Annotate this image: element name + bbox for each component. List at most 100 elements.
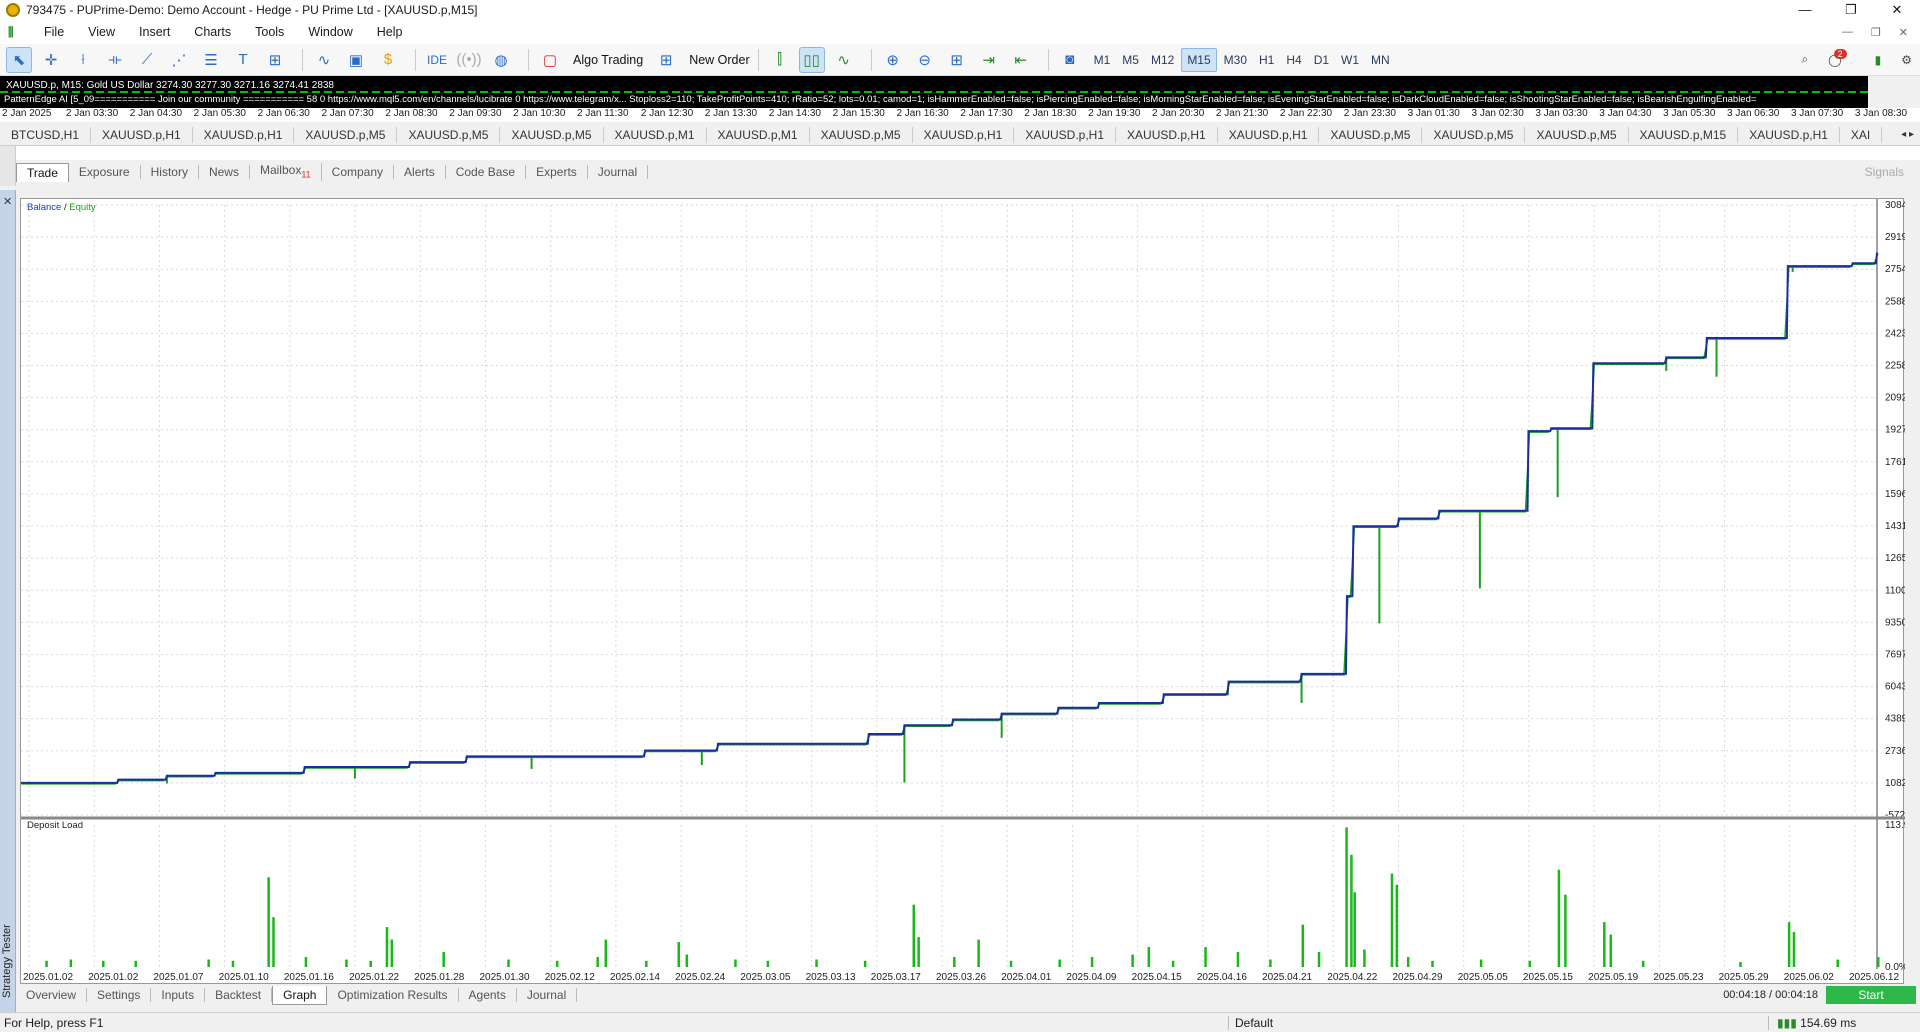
timeframe-d1[interactable]: D1 (1309, 48, 1334, 72)
chart-restore-icon[interactable]: ❐ (1871, 26, 1881, 39)
tab-journal[interactable]: Journal (588, 165, 649, 179)
settings-icon[interactable]: ⚙ (1901, 53, 1912, 67)
new-order-icon[interactable]: ⊞ (653, 47, 679, 73)
chart-tab[interactable]: XAUUSD.p,M5 (1319, 126, 1423, 143)
chart-tab[interactable]: XAUUSD.p,M5 (397, 126, 501, 143)
timeframe-m12[interactable]: M12 (1146, 48, 1179, 72)
tab-agents[interactable]: Agents (459, 988, 517, 1002)
tab-trade[interactable]: Trade (16, 162, 69, 182)
menu-view[interactable]: View (76, 25, 127, 39)
menu-insert[interactable]: Insert (127, 25, 182, 39)
market-icon[interactable]: $ (375, 47, 401, 73)
algo-trading-button[interactable]: Algo Trading (573, 53, 643, 67)
tester-graph[interactable]: 30848 29195 27541 25887 24233 22580 20926 19272… (20, 198, 1905, 984)
chart-tab[interactable]: BTCUSD,H1 (0, 126, 92, 143)
chart-close-icon[interactable]: ✕ (1899, 26, 1908, 39)
screenshot-icon[interactable]: ◙ (1057, 47, 1083, 73)
chart-tab[interactable]: XAUUSD.p,H1 (91, 126, 193, 143)
toolbox-side[interactable] (0, 146, 16, 186)
candlestick-icon[interactable]: ▯▯ (798, 46, 825, 73)
line-chart-icon[interactable]: ∿ (831, 47, 857, 73)
tab-backtest[interactable]: Backtest (205, 988, 273, 1002)
signals-link[interactable]: Signals (1865, 165, 1920, 179)
menu-file[interactable]: File (32, 25, 76, 39)
tab-graph[interactable]: Graph (272, 985, 328, 1005)
tab-optimization-results[interactable]: Optimization Results (327, 988, 459, 1002)
timeframe-m1[interactable]: M1 (1089, 48, 1116, 72)
chart-tab[interactable]: XAUUSD.p,M5 (810, 126, 913, 143)
chart-minimize-icon[interactable]: — (1842, 26, 1853, 39)
maximize-icon[interactable]: ❐ (1828, 2, 1874, 18)
chart-tab[interactable]: XAUUSD.p,H1 (1738, 126, 1840, 143)
menu-charts[interactable]: Charts (182, 25, 243, 39)
chart-tab[interactable]: XAI (1840, 126, 1883, 143)
tab-history[interactable]: History (141, 165, 199, 179)
tab-inputs[interactable]: Inputs (151, 988, 206, 1002)
start-button[interactable]: Start (1826, 986, 1916, 1004)
shapes-icon[interactable]: ⊞ (262, 47, 288, 73)
new-order-button[interactable]: New Order (689, 53, 749, 67)
tab-alerts[interactable]: Alerts (394, 165, 446, 179)
horizontal-line-icon[interactable]: ⟛ (102, 47, 128, 73)
tile-windows-icon[interactable]: ⊞ (944, 47, 970, 73)
chart-tab[interactable]: XAUUSD.p,H1 (913, 126, 1015, 143)
pitchfork-icon[interactable]: ⋰ (166, 47, 192, 73)
algo-trading-icon[interactable]: ▢ (537, 47, 563, 73)
zoom-in-icon[interactable]: ⊕ (880, 47, 906, 73)
tab-code-base[interactable]: Code Base (446, 165, 527, 179)
trendline-icon[interactable]: ⟋ (134, 47, 160, 73)
signal-icon[interactable]: ((•)) (456, 47, 482, 73)
timeframe-h1[interactable]: H1 (1254, 48, 1279, 72)
timeframe-mn[interactable]: MN (1366, 48, 1395, 72)
ide-button[interactable]: IDE (424, 47, 450, 73)
chart-tab[interactable]: XAUUSD.p,H1 (193, 126, 295, 143)
chart-shift-icon[interactable]: ⇥ (976, 47, 1002, 73)
timeframe-h4[interactable]: H4 (1281, 48, 1306, 72)
chart-tab[interactable]: XAUUSD.p,M5 (1525, 126, 1629, 143)
chart-tab[interactable]: XAUUSD.p,M5 (500, 126, 604, 143)
timeframe-m15[interactable]: M15 (1181, 47, 1217, 72)
text-tool-icon[interactable]: T (230, 47, 256, 73)
chart-tab[interactable]: XAUUSD.p,M5 (1422, 126, 1526, 143)
tab-tester-journal[interactable]: Journal (517, 988, 578, 1002)
tab-news[interactable]: News (199, 165, 250, 179)
menu-window[interactable]: Window (296, 25, 364, 39)
globe-icon[interactable]: ◍ (488, 47, 514, 73)
chart-window-icon[interactable]: ⫼ (8, 25, 24, 40)
chart-tab[interactable]: XAUUSD.p,M5 (294, 126, 398, 143)
price-chart[interactable]: XAUUSD.p, M15: Gold US Dollar 3274.30 32… (0, 76, 1868, 108)
tab-company[interactable]: Company (322, 165, 395, 179)
vertical-line-icon[interactable]: ⟊ (70, 47, 96, 73)
tab-overview[interactable]: Overview (16, 988, 88, 1002)
chart-tab[interactable]: XAUUSD.p,H1 (1116, 126, 1218, 143)
tab-experts[interactable]: Experts (526, 165, 588, 179)
tab-mailbox[interactable]: Mailbox11 (250, 162, 322, 182)
bar-chart-icon[interactable]: ⫿ (767, 47, 793, 73)
tab-exposure[interactable]: Exposure (69, 165, 141, 179)
chart-tab[interactable]: XAUUSD.p,M15 (1629, 126, 1739, 143)
crosshair-icon[interactable]: ✛ (38, 47, 64, 73)
indicators-icon[interactable]: ∿ (311, 47, 337, 73)
chart-tab[interactable]: XAUUSD.p,H1 (1014, 126, 1117, 143)
tab-settings[interactable]: Settings (87, 988, 152, 1002)
chart-tab[interactable]: XAUUSD.p,M1 (604, 126, 707, 143)
close-tester-icon[interactable]: ✕ (3, 195, 12, 208)
autoscroll-icon[interactable]: ⇤ (1008, 47, 1034, 73)
zoom-out-icon[interactable]: ⊖ (912, 47, 938, 73)
minimize-icon[interactable]: — (1782, 2, 1828, 18)
templates-icon[interactable]: ▣ (343, 47, 369, 73)
cursor-icon[interactable]: ⬉ (6, 46, 32, 73)
search-icon[interactable]: ⌕ (1801, 52, 1808, 67)
menu-tools[interactable]: Tools (243, 25, 296, 39)
chart-tab[interactable]: XAUUSD.p,M1 (707, 126, 810, 143)
close-icon[interactable]: ✕ (1874, 2, 1920, 18)
timeframe-m30[interactable]: M30 (1219, 48, 1252, 72)
timeframe-w1[interactable]: W1 (1336, 48, 1364, 72)
chart-tab[interactable]: XAUUSD.p,H1 (1218, 126, 1320, 143)
menu-help[interactable]: Help (365, 25, 415, 39)
fibonacci-icon[interactable]: ☰ (198, 47, 224, 73)
tab-scroll-arrows[interactable]: ◂ ▸ (1895, 129, 1920, 140)
timeframe-m5[interactable]: M5 (1117, 48, 1144, 72)
chat-icon[interactable]: ◯2 (1828, 48, 1854, 67)
signal-strength-icon[interactable]: ▮ (1875, 53, 1882, 67)
